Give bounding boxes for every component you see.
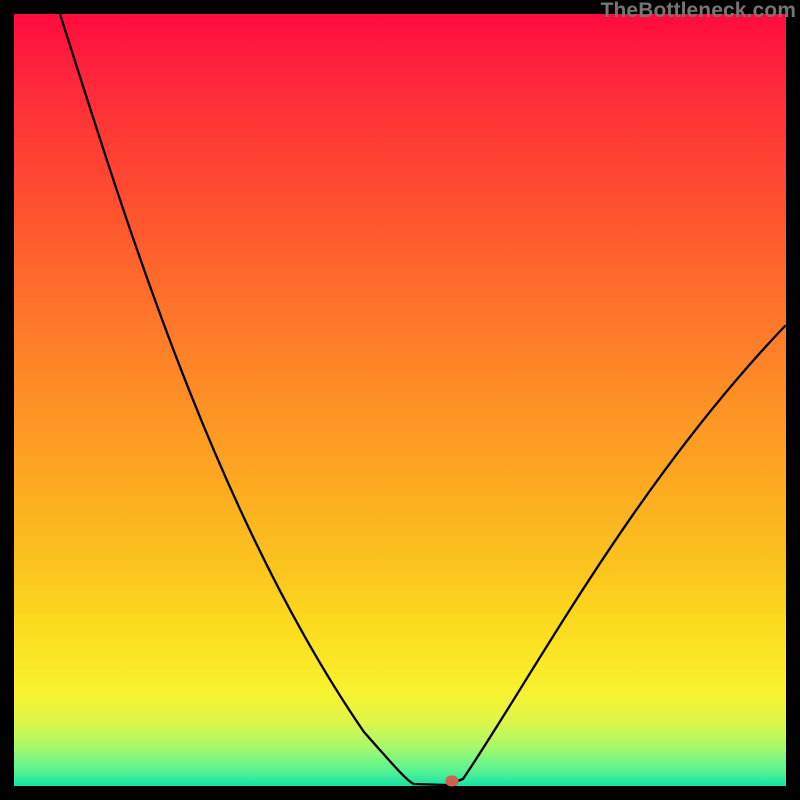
bottleneck-curve	[60, 14, 785, 785]
curve-svg	[14, 14, 786, 786]
optimal-point-marker	[445, 775, 458, 786]
chart-frame: TheBottleneck.com	[0, 0, 800, 800]
watermark-text: TheBottleneck.com	[601, 0, 796, 23]
plot-area	[14, 14, 786, 786]
